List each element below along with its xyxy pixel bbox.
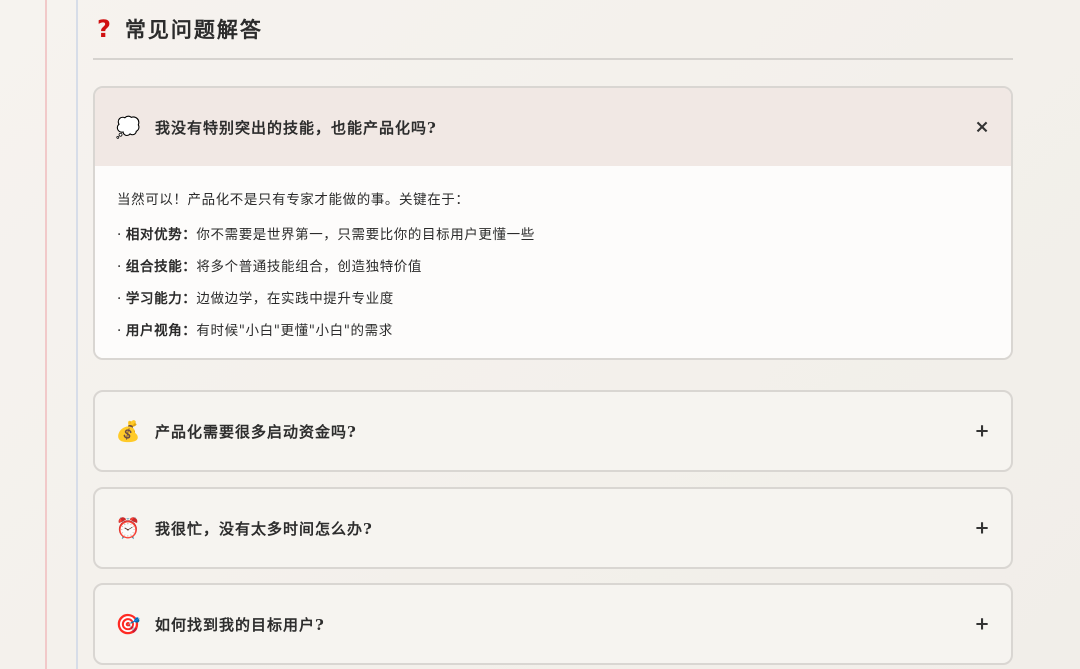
faq-question-row[interactable]: 💰 产品化需要很多启动资金吗? +: [95, 392, 1011, 470]
faq-question-text: 我很忙，没有太多时间怎么办?: [155, 519, 373, 538]
expand-toggle-icon[interactable]: +: [973, 421, 991, 442]
notebook-margin-blue-line: [76, 0, 78, 669]
faq-question-text: 如何找到我的目标用户?: [155, 615, 325, 634]
notebook-margin-red-line: [45, 0, 47, 669]
point-term: 组合技能：: [125, 259, 197, 275]
list-item: · 相对优势：你不需要是世界第一，只需要比你的目标用户更懂一些: [117, 227, 535, 243]
faq-answer-intro: 当然可以！产品化不是只有专家才能做的事。关键在于：: [117, 192, 470, 208]
faq-answer-list: · 相对优势：你不需要是世界第一，只需要比你的目标用户更懂一些 · 组合技能：将多个…: [117, 226, 989, 340]
collapse-toggle-icon[interactable]: ×: [973, 117, 991, 138]
faq-section: ? 常见问题解答 💭 我没有特别突出的技能，也能产品化吗? × 当然可以！产品化…: [93, 0, 1013, 665]
expand-toggle-icon[interactable]: +: [973, 518, 991, 539]
faq-question-row[interactable]: 🎯 如何找到我的目标用户? +: [95, 585, 1011, 663]
list-item: · 组合技能：将多个普通技能组合，创造独特价值: [117, 259, 423, 275]
expand-toggle-icon[interactable]: +: [973, 614, 991, 635]
list-item: · 学习能力：边做边学，在实践中提升专业度: [117, 291, 394, 307]
point-term: 用户视角：: [125, 323, 197, 339]
thought-bubble-icon: 💭: [115, 115, 141, 139]
faq-section-header: ? 常见问题解答: [93, 0, 1013, 60]
faq-answer: 当然可以！产品化不是只有专家才能做的事。关键在于： · 相对优势：你不需要是世界第…: [95, 166, 1011, 358]
point-text: 有时候"小白"更懂"小白"的需求: [196, 323, 393, 339]
point-text: 你不需要是世界第一，只需要比你的目标用户更懂一些: [196, 227, 535, 243]
faq-question-text: 我没有特别突出的技能，也能产品化吗?: [155, 118, 437, 137]
question-mark-icon: ?: [97, 15, 111, 43]
faq-item-funding: 💰 产品化需要很多启动资金吗? +: [93, 390, 1013, 472]
point-term: 学习能力：: [125, 291, 197, 307]
list-item: · 用户视角：有时候"小白"更懂"小白"的需求: [117, 323, 393, 339]
faq-item-target-users: 🎯 如何找到我的目标用户? +: [93, 583, 1013, 665]
point-text: 将多个普通技能组合，创造独特价值: [196, 259, 423, 275]
faq-page: ? 常见问题解答 💭 我没有特别突出的技能，也能产品化吗? × 当然可以！产品化…: [0, 0, 1080, 669]
section-title: 常见问题解答: [124, 17, 263, 42]
faq-item-time: ⏰ 我很忙，没有太多时间怎么办? +: [93, 487, 1013, 569]
point-text: 边做边学，在实践中提升专业度: [196, 291, 394, 307]
target-icon: 🎯: [115, 612, 141, 636]
faq-item-skills: 💭 我没有特别突出的技能，也能产品化吗? × 当然可以！产品化不是只有专家才能做…: [93, 86, 1013, 360]
point-term: 相对优势：: [125, 227, 197, 243]
money-bag-icon: 💰: [115, 419, 141, 443]
faq-question-row[interactable]: ⏰ 我很忙，没有太多时间怎么办? +: [95, 489, 1011, 567]
faq-question-row[interactable]: 💭 我没有特别突出的技能，也能产品化吗? ×: [95, 88, 1011, 166]
alarm-clock-icon: ⏰: [115, 516, 141, 540]
faq-question-text: 产品化需要很多启动资金吗?: [155, 422, 357, 441]
